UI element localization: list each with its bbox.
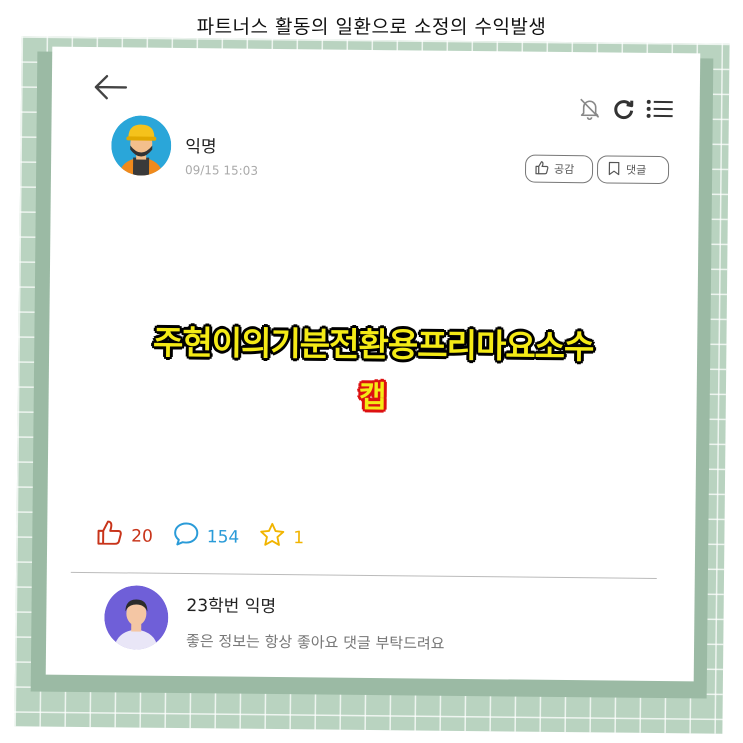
like-button[interactable]: 공감 (524, 154, 594, 184)
commenter-avatar (104, 585, 169, 650)
comment-text: 좋은 정보는 항상 좋아요 댓글 부탁드려요 (185, 632, 445, 653)
like-button-label: 공감 (553, 162, 575, 177)
comment-icon (171, 520, 201, 553)
refresh-icon[interactable] (612, 96, 636, 124)
comment-count: 154 (206, 526, 240, 548)
divider (70, 571, 657, 579)
post-card: 익명 09/15 15:03 공감 댓글 주현이의기분전환용프리마요소수 캡 2… (45, 46, 701, 682)
comment-author: 23학번 익명 (186, 596, 277, 617)
toolbar (578, 96, 674, 125)
scrap-stat[interactable]: 1 (257, 521, 304, 554)
menu-icon[interactable] (646, 97, 674, 125)
page-caption: 파트너스 활동의 일환으로 소정의 수익발생 (196, 16, 547, 38)
post-author: 익명 (185, 137, 217, 158)
post-timestamp: 09/15 15:03 (184, 163, 259, 178)
scrap-count: 1 (293, 527, 305, 548)
like-stat[interactable]: 20 (95, 519, 153, 553)
comment-button[interactable]: 댓글 (596, 155, 670, 185)
thumbs-up-icon (95, 519, 125, 552)
like-count: 20 (131, 525, 153, 547)
comment-button-label: 댓글 (625, 163, 647, 177)
post-headline-line2: 캡 (358, 379, 387, 416)
post-stats: 20 154 1 (95, 519, 322, 554)
back-arrow-icon[interactable] (92, 72, 128, 106)
star-icon (257, 521, 287, 554)
thumbs-up-icon (534, 159, 550, 178)
bookmark-icon (606, 160, 622, 179)
bell-off-icon[interactable] (578, 96, 602, 124)
comment-stat[interactable]: 154 (171, 520, 240, 554)
post-headline: 주현이의기분전환용프리마요소수 (152, 322, 594, 367)
author-avatar (111, 115, 172, 176)
